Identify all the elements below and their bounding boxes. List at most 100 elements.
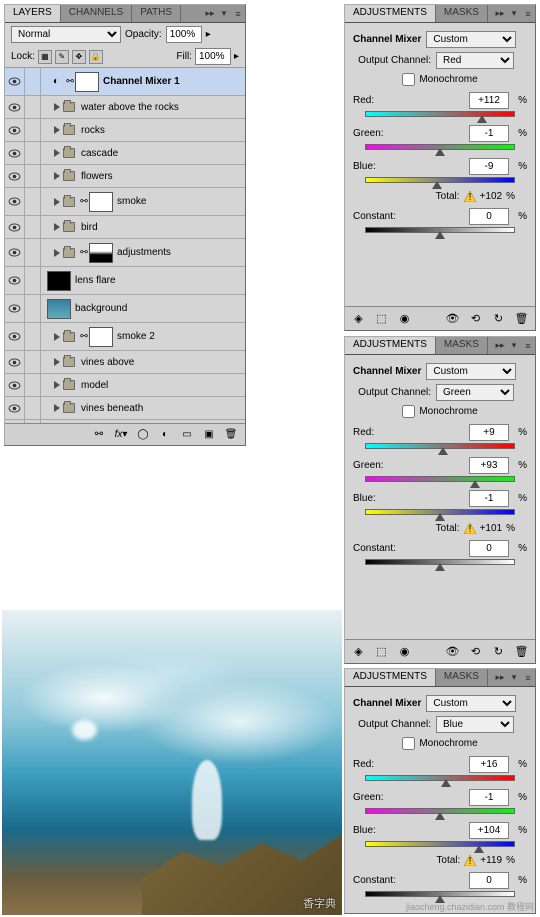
slider-track[interactable] xyxy=(365,443,515,451)
layer-thumb[interactable] xyxy=(47,271,71,291)
tab-masks[interactable]: MASKS xyxy=(436,5,488,22)
layer-name[interactable]: rocks xyxy=(79,125,105,136)
slider-value-input[interactable] xyxy=(469,756,509,773)
layer-name[interactable]: flowers xyxy=(79,171,113,182)
layer-name[interactable]: cascade xyxy=(79,148,118,159)
tab-layers[interactable]: LAYERS xyxy=(5,5,61,22)
layer-row[interactable]: cascade xyxy=(5,142,245,165)
minimize-icon[interactable]: ▾ xyxy=(507,339,521,353)
slider-track[interactable] xyxy=(365,891,515,899)
layer-name[interactable]: adjustments xyxy=(115,247,171,258)
clip-icon[interactable]: ◉ xyxy=(397,644,412,659)
slider-value-input[interactable] xyxy=(469,789,509,806)
layer-name[interactable]: Channel Mixer 1 xyxy=(101,76,180,87)
expand-icon[interactable]: ⬚ xyxy=(374,311,389,326)
layer-row[interactable]: lens flare xyxy=(5,267,245,295)
collapse-icon[interactable]: ▸▸ xyxy=(493,671,507,685)
layer-row[interactable]: vines beneath xyxy=(5,397,245,420)
visibility-icon[interactable] xyxy=(5,374,25,396)
visibility-icon[interactable] xyxy=(5,165,25,187)
layer-row[interactable]: flowers xyxy=(5,165,245,188)
visibility-icon[interactable] xyxy=(5,267,25,294)
disclosure-icon[interactable] xyxy=(54,381,60,389)
slider-track[interactable] xyxy=(365,177,515,185)
visibility-icon[interactable] xyxy=(5,295,25,322)
monochrome-checkbox[interactable] xyxy=(402,737,415,750)
slider-value-input[interactable] xyxy=(469,424,509,441)
preset-select[interactable]: Custom xyxy=(426,363,516,380)
minimize-icon[interactable]: ▾ xyxy=(507,671,521,685)
adjustment-icon[interactable]: ◐ xyxy=(157,427,173,443)
disclosure-icon[interactable] xyxy=(54,198,60,206)
slider-track[interactable] xyxy=(365,841,515,849)
layer-name[interactable]: vines beneath xyxy=(79,403,143,414)
layer-name[interactable]: vines above xyxy=(79,357,134,368)
layer-name[interactable]: bird xyxy=(79,222,98,233)
tab-adjustments[interactable]: ADJUSTMENTS xyxy=(345,337,436,354)
visibility-icon[interactable] xyxy=(5,216,25,238)
fx-icon[interactable]: fx▾ xyxy=(113,427,129,443)
tab-paths[interactable]: PATHS xyxy=(132,5,181,22)
slider-value-input[interactable] xyxy=(469,457,509,474)
slider-track[interactable] xyxy=(365,227,515,235)
slider-value-input[interactable] xyxy=(469,125,509,142)
collapse-icon[interactable]: ▸▸ xyxy=(493,7,507,21)
menu-icon[interactable]: ≡ xyxy=(521,339,535,353)
disclosure-icon[interactable] xyxy=(54,172,60,180)
visibility-icon[interactable] xyxy=(5,119,25,141)
slider-handle[interactable] xyxy=(474,845,484,853)
layer-thumb[interactable] xyxy=(47,299,71,319)
lock-trans-icon[interactable]: ▦ xyxy=(38,50,52,64)
mask-icon[interactable]: ◯ xyxy=(135,427,151,443)
layer-row[interactable]: ⚯smoke 2 xyxy=(5,323,245,351)
tab-adjustments[interactable]: ADJUSTMENTS xyxy=(345,669,436,686)
slider-track[interactable] xyxy=(365,559,515,567)
layer-row[interactable]: bird xyxy=(5,216,245,239)
visibility-icon[interactable] xyxy=(5,68,25,95)
tab-channels[interactable]: CHANNELS xyxy=(61,5,132,22)
disclosure-icon[interactable] xyxy=(54,126,60,134)
tab-masks[interactable]: MASKS xyxy=(436,337,488,354)
return-icon[interactable]: ◈ xyxy=(351,311,366,326)
tab-masks[interactable]: MASKS xyxy=(436,669,488,686)
layer-row[interactable]: ⚯smoke xyxy=(5,188,245,216)
slider-value-input[interactable] xyxy=(469,490,509,507)
slider-handle[interactable] xyxy=(477,115,487,123)
slider-value-input[interactable] xyxy=(469,158,509,175)
fill-input[interactable] xyxy=(195,48,231,65)
layer-name[interactable]: water above the rocks xyxy=(79,102,179,113)
layer-row[interactable]: ◐⚯Channel Mixer 1 xyxy=(5,68,245,96)
layer-list[interactable]: ◐⚯Channel Mixer 1 water above the rocks ro… xyxy=(5,68,245,426)
output-channel-select[interactable]: Red xyxy=(436,52,514,69)
mask-thumb[interactable] xyxy=(89,243,113,263)
slider-handle[interactable] xyxy=(438,447,448,455)
clip-icon[interactable]: ◉ xyxy=(397,311,412,326)
slider-handle[interactable] xyxy=(470,480,480,488)
slider-track[interactable] xyxy=(365,808,515,816)
slider-handle[interactable] xyxy=(435,231,445,239)
slider-handle[interactable] xyxy=(435,148,445,156)
collapse-icon[interactable]: ▸▸ xyxy=(203,7,217,21)
monochrome-checkbox[interactable] xyxy=(402,73,415,86)
visibility-icon[interactable] xyxy=(5,239,25,266)
mask-thumb[interactable] xyxy=(89,327,113,347)
mask-thumb[interactable] xyxy=(89,192,113,212)
disclosure-icon[interactable] xyxy=(54,333,60,341)
opacity-input[interactable] xyxy=(166,26,202,43)
lock-position-icon[interactable]: ✥ xyxy=(72,50,86,64)
eye-icon[interactable]: 👁 xyxy=(445,644,460,659)
slider-value-input[interactable] xyxy=(469,208,509,225)
layer-name[interactable]: background xyxy=(73,303,127,314)
visibility-icon[interactable] xyxy=(5,397,25,419)
visibility-icon[interactable] xyxy=(5,323,25,350)
new-layer-icon[interactable]: ▣ xyxy=(201,427,217,443)
visibility-icon[interactable] xyxy=(5,142,25,164)
minimize-icon[interactable]: ▾ xyxy=(507,7,521,21)
layer-name[interactable]: smoke xyxy=(115,196,146,207)
menu-icon[interactable]: ≡ xyxy=(231,7,245,21)
slider-track[interactable] xyxy=(365,476,515,484)
prev-icon[interactable]: ⟲ xyxy=(468,644,483,659)
layer-name[interactable]: smoke 2 xyxy=(115,331,155,342)
link-layers-icon[interactable]: ⚯ xyxy=(91,427,107,443)
layer-row[interactable]: ⚯adjustments xyxy=(5,239,245,267)
